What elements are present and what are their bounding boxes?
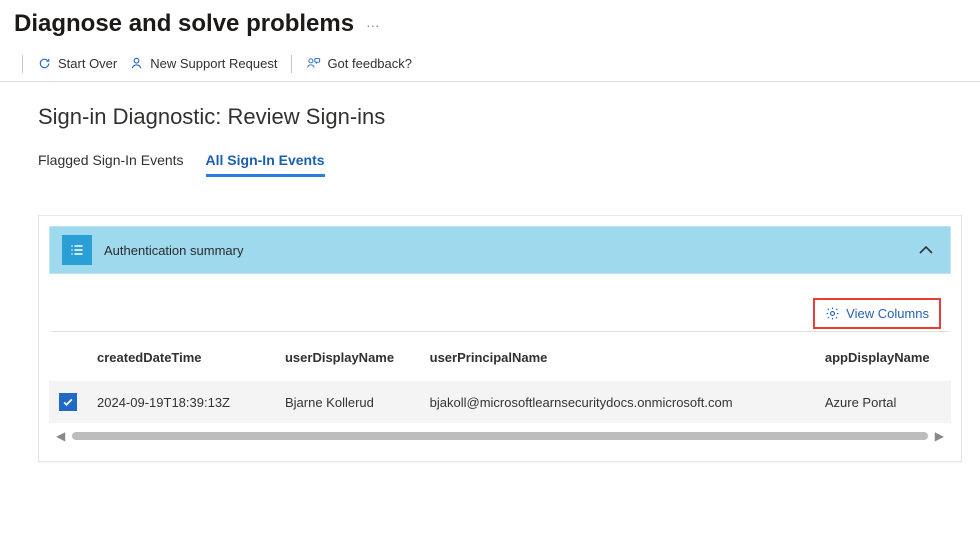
- chevron-up-icon[interactable]: [916, 240, 936, 260]
- view-columns-button[interactable]: View Columns: [813, 298, 941, 329]
- tab-all[interactable]: All Sign-In Events: [206, 152, 325, 177]
- signins-card: Authentication summary View Columns crea…: [38, 215, 962, 462]
- table-row[interactable]: 2024-09-19T18:39:13Z Bjarne Kollerud bja…: [49, 381, 951, 423]
- toolbar-divider: [22, 55, 23, 73]
- scroll-left-icon[interactable]: ◀: [53, 429, 68, 443]
- list-icon: [62, 235, 92, 265]
- page-header: Diagnose and solve problems …: [0, 0, 980, 46]
- tab-flagged[interactable]: Flagged Sign-In Events: [38, 152, 184, 177]
- start-over-label: Start Over: [58, 56, 117, 71]
- section-title: Sign-in Diagnostic: Review Sign-ins: [38, 104, 952, 130]
- row-checkbox[interactable]: [59, 393, 77, 411]
- col-header-userdisplay[interactable]: userDisplayName: [275, 336, 420, 381]
- table-header-row: createdDateTime userDisplayName userPrin…: [49, 336, 951, 381]
- col-header-check: [49, 336, 87, 381]
- authentication-summary-bar[interactable]: Authentication summary: [49, 226, 951, 274]
- cell-created: 2024-09-19T18:39:13Z: [87, 381, 275, 423]
- cell-app: Azure Portal: [815, 381, 951, 423]
- toolbar-divider: [291, 55, 292, 73]
- cell-upn: bjakoll@microsoftlearnsecuritydocs.onmic…: [420, 381, 815, 423]
- tabs: Flagged Sign-In Events All Sign-In Event…: [38, 152, 952, 177]
- page-title: Diagnose and solve problems: [14, 10, 354, 38]
- signins-table: createdDateTime userDisplayName userPrin…: [49, 336, 951, 423]
- feedback-icon: [306, 56, 321, 71]
- scrollbar-track[interactable]: [72, 432, 928, 440]
- table-actions: View Columns: [51, 288, 949, 332]
- feedback-label: Got feedback?: [327, 56, 412, 71]
- cell-userdisplay: Bjarne Kollerud: [275, 381, 420, 423]
- new-support-label: New Support Request: [150, 56, 277, 71]
- feedback-button[interactable]: Got feedback?: [300, 52, 418, 75]
- signins-table-wrap: createdDateTime userDisplayName userPrin…: [49, 336, 951, 423]
- refresh-icon: [37, 56, 52, 71]
- horizontal-scrollbar[interactable]: ◀ ▶: [49, 429, 951, 443]
- summary-label: Authentication summary: [104, 243, 243, 258]
- support-icon: [129, 56, 144, 71]
- col-header-upn[interactable]: userPrincipalName: [420, 336, 815, 381]
- toolbar: Start Over New Support Request Got feedb…: [0, 46, 980, 82]
- scroll-right-icon[interactable]: ▶: [932, 429, 947, 443]
- main-section: Sign-in Diagnostic: Review Sign-ins Flag…: [0, 82, 980, 187]
- more-icon[interactable]: …: [366, 14, 380, 30]
- col-header-app[interactable]: appDisplayName: [815, 336, 951, 381]
- new-support-button[interactable]: New Support Request: [123, 52, 283, 75]
- gear-icon: [825, 306, 840, 321]
- start-over-button[interactable]: Start Over: [31, 52, 123, 75]
- col-header-created[interactable]: createdDateTime: [87, 336, 275, 381]
- view-columns-label: View Columns: [846, 306, 929, 321]
